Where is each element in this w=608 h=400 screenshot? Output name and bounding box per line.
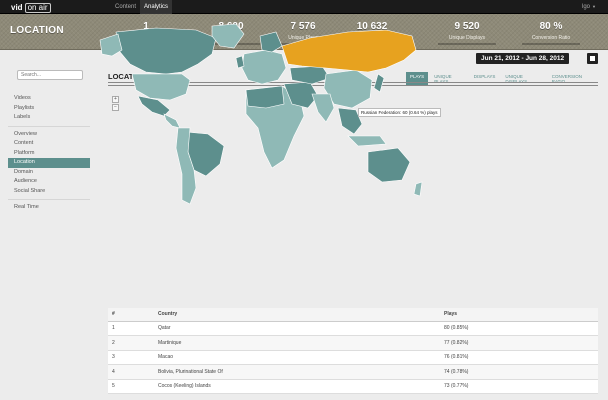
table-row[interactable]: 3 Macao 76 (0.81%) — [108, 350, 598, 365]
kpi-value: 80 % — [539, 21, 563, 32]
user-name: lgo — [582, 4, 591, 10]
top-navbar: vid on air Content Analytics lgo ▼ — [0, 0, 608, 14]
cell-rank: 2 — [108, 335, 154, 351]
vidonair-logo[interactable]: vid on air — [10, 2, 51, 13]
logo-vid-text: vid — [11, 3, 23, 12]
cell-rank: 4 — [108, 364, 154, 380]
logo-onair-text: on air — [24, 2, 51, 13]
location-table: # Country Plays 1 Qatar 80 (0.85%) 2 Martini… — [108, 308, 598, 394]
map-region-indonesia[interactable] — [347, 135, 387, 147]
map-country-usa[interactable] — [131, 73, 191, 101]
map-country-uk[interactable] — [235, 55, 245, 69]
sidebar-item-audience[interactable]: Audience — [8, 177, 90, 187]
map-region-central-america[interactable] — [163, 113, 181, 129]
sidebar-item-domain[interactable]: Domain — [8, 168, 90, 178]
tab-unique-displays[interactable]: UNIQUE DISPLAYS — [501, 72, 545, 86]
table-row[interactable]: 1 Qatar 80 (0.85%) — [108, 321, 598, 336]
nav-tab-analytics[interactable]: Analytics — [140, 0, 173, 14]
cell-country: Martinique — [154, 335, 440, 351]
sidebar-item-labels[interactable]: Labels — [8, 113, 90, 123]
map-country-canada[interactable] — [115, 27, 217, 75]
sidebar-item-playlists[interactable]: Playlists — [8, 104, 90, 114]
tab-unique-plays[interactable]: UNIQUE PLAYS — [430, 72, 468, 86]
chevron-down-icon: ▼ — [592, 4, 596, 9]
map-country-greenland[interactable] — [211, 24, 245, 49]
map-country-australia[interactable] — [367, 147, 411, 183]
kpi-value: 9 520 — [454, 21, 480, 32]
sidebar-divider — [8, 125, 90, 127]
main-nav: Content Analytics — [111, 0, 173, 14]
sidebar-item-overview[interactable]: Overview — [8, 130, 90, 140]
tab-displays[interactable]: DISPLAYS — [470, 72, 500, 86]
sidebar-item-platform[interactable]: Platform — [8, 149, 90, 159]
tab-conversion-ratio[interactable]: CONVERSION RATIO — [548, 72, 596, 86]
column-header-rank[interactable]: # — [108, 308, 154, 322]
cell-plays: 73 (0.77%) — [440, 379, 598, 394]
kpi-unique-displays: 9 520 Unique Displays — [434, 21, 500, 45]
sidebar-item-real-time[interactable]: Real Time — [8, 203, 90, 213]
calendar-button[interactable] — [587, 53, 598, 64]
table-row[interactable]: 5 Cocos (Keeling) Islands 73 (0.77%) — [108, 379, 598, 394]
search-input[interactable] — [17, 70, 83, 80]
sidebar-menu: Videos Playlists Labels Overview Content Plat… — [8, 94, 90, 213]
date-range-picker[interactable]: Jun 21, 2012 - Jun 28, 2012 — [476, 53, 570, 64]
column-header-country[interactable]: Country — [154, 308, 440, 322]
map-country-alaska[interactable] — [99, 33, 123, 57]
map-country-russia[interactable] — [281, 29, 417, 73]
kpi-label: Unique Displays — [448, 35, 486, 41]
nav-tab-content[interactable]: Content — [111, 0, 140, 14]
map-region-europe[interactable] — [241, 49, 287, 85]
sidebar-item-videos[interactable]: Videos — [8, 94, 90, 104]
user-menu[interactable]: lgo ▼ — [582, 0, 596, 14]
map-region-scandinavia[interactable] — [259, 31, 283, 53]
cell-country: Bolivia, Plurinational State Of — [154, 364, 440, 380]
metric-tabs: PLAYSUNIQUE PLAYSDISPLAYSUNIQUE DISPLAYS… — [406, 72, 598, 86]
world-map[interactable] — [86, 24, 426, 214]
page-title: LOCATION — [10, 25, 64, 36]
cell-country: Macao — [154, 350, 440, 365]
calendar-icon — [590, 56, 595, 61]
table-row[interactable]: 2 Martinique 77 (0.82%) — [108, 335, 598, 351]
kpi-underline — [438, 43, 496, 45]
map-country-india[interactable] — [311, 93, 335, 123]
kpi-label: Conversion Ratio — [531, 35, 571, 41]
map-country-japan[interactable] — [373, 73, 385, 93]
sidebar-item-content[interactable]: Content — [8, 139, 90, 149]
cell-country: Cocos (Keeling) Islands — [154, 379, 440, 394]
column-header-plays[interactable]: Plays — [440, 308, 598, 322]
cell-plays: 74 (0.78%) — [440, 364, 598, 380]
cell-plays: 77 (0.82%) — [440, 335, 598, 351]
sidebar-item-location[interactable]: Location — [8, 158, 90, 168]
kpi-conversion-ratio: 80 % Conversion Ratio — [518, 21, 584, 45]
map-region-north-africa[interactable] — [245, 85, 285, 109]
table-header-row: # Country Plays — [108, 308, 598, 322]
map-tooltip: Russian Federation: 60 (0.64 %) plays — [358, 108, 441, 117]
sidebar-item-social-share[interactable]: Social Share — [8, 187, 90, 197]
map-country-kazakhstan[interactable] — [289, 65, 331, 85]
map-country-new-zealand[interactable] — [413, 181, 423, 197]
cell-rank: 1 — [108, 321, 154, 336]
cell-plays: 80 (0.85%) — [440, 321, 598, 336]
cell-rank: 3 — [108, 350, 154, 365]
sidebar-divider — [8, 199, 90, 200]
cell-country: Qatar — [154, 321, 440, 336]
table-row[interactable]: 4 Bolivia, Plurinational State Of 74 (0.78… — [108, 364, 598, 380]
cell-rank: 5 — [108, 379, 154, 394]
cell-plays: 76 (0.81%) — [440, 350, 598, 365]
kpi-underline — [522, 43, 580, 45]
